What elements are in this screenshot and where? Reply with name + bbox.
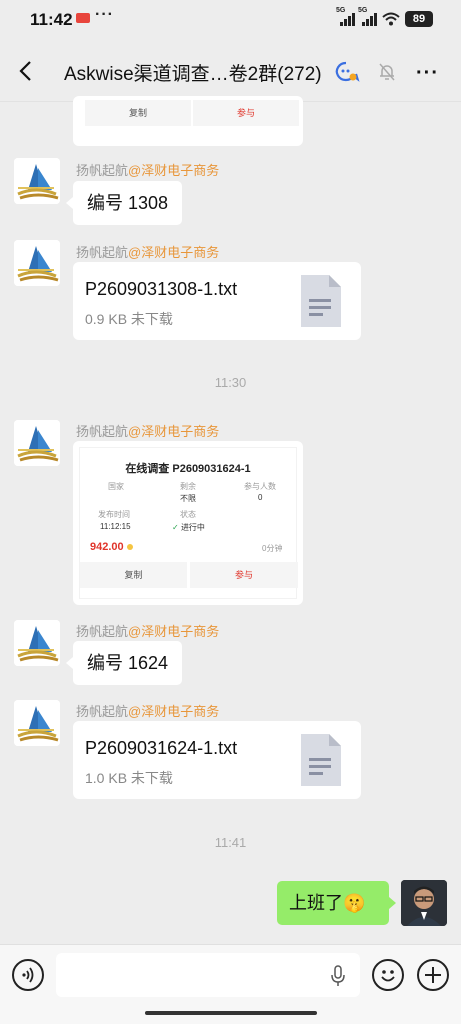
self-message-bubble[interactable]: 上班了🤫 [277, 881, 389, 925]
sender-avatar[interactable] [14, 420, 60, 466]
remaining-label: 剩余 [180, 482, 196, 491]
sender-name: 扬帆起航@泽财电子商务 [76, 424, 220, 439]
survey-card-partial[interactable]: 复制 参与 [73, 96, 303, 146]
mute-bell-icon[interactable] [378, 62, 396, 82]
survey-title: 在线调查 P2609031624-1 [125, 463, 251, 475]
bubble-tail [66, 197, 73, 209]
sender-name: 扬帆起航@泽财电子商务 [76, 163, 220, 178]
file-message[interactable]: P2609031308-1.txt 0.9 KB 未下载 [73, 262, 361, 340]
ai-assistant-icon[interactable] [334, 60, 360, 84]
sender-name: 扬帆起航@泽财电子商务 [76, 245, 220, 260]
coin-icon [126, 544, 133, 551]
check-icon: ✓ [172, 523, 179, 532]
price: 942.00 [90, 541, 133, 553]
battery-icon: 89 [405, 11, 433, 27]
participants-value: 0 [258, 493, 263, 502]
message-input[interactable] [56, 953, 360, 997]
timestamp: 11:41 [214, 835, 247, 850]
txt-file-icon [301, 275, 341, 327]
copy-button[interactable]: 复制 [80, 562, 187, 588]
message-bubble[interactable]: 编号 1624 [73, 641, 183, 685]
more-functions-button[interactable] [417, 959, 449, 991]
microphone-icon[interactable] [330, 965, 346, 987]
state-value: ✓ 进行中 [172, 523, 205, 532]
back-arrow-icon[interactable] [18, 60, 34, 82]
bubble-tail [389, 897, 396, 909]
clock: 11:42 [30, 10, 73, 29]
chat-title[interactable]: Askwise渠道调查…卷2群(272) [64, 59, 322, 86]
join-button[interactable]: 参与 [190, 562, 298, 588]
file-message[interactable]: P2609031624-1.txt 1.0 KB 未下载 [73, 721, 361, 799]
bubble-tail [66, 657, 73, 669]
remaining-value: 不限 [180, 494, 196, 503]
publish-time-value: 11:12:15 [100, 522, 131, 531]
voice-input-button[interactable] [12, 959, 44, 991]
status-indicators: 5G 5G 89 [336, 7, 433, 27]
country-label: 国家 [108, 482, 124, 491]
duration: 0分钟 [262, 544, 283, 553]
home-indicator [145, 1011, 317, 1015]
state-label: 状态 [180, 510, 196, 519]
signal-icon: 5G [336, 7, 355, 26]
wifi-icon [382, 12, 400, 26]
join-button[interactable]: 参与 [193, 100, 299, 126]
self-avatar[interactable] [401, 880, 447, 926]
plus-icon [425, 967, 441, 983]
participants-label: 参与人数 [244, 482, 276, 491]
file-name: P2609031624-1.txt [85, 738, 238, 758]
signal-icon-2: 5G [358, 7, 377, 26]
sender-avatar[interactable] [14, 240, 60, 286]
status-more-icon: ··· [95, 6, 114, 23]
timestamp: 11:30 [214, 375, 247, 390]
emoji-icon [381, 970, 395, 982]
publish-time-label: 发布时间 [98, 510, 130, 519]
sender-avatar[interactable] [14, 700, 60, 746]
emoji-button[interactable] [372, 959, 404, 991]
file-meta: 0.9 KB 未下载 [85, 311, 173, 327]
sender-name: 扬帆起航@泽财电子商务 [76, 704, 220, 719]
txt-file-icon [301, 734, 341, 786]
voice-icon [22, 967, 34, 983]
file-meta: 1.0 KB 未下载 [85, 770, 173, 786]
notification-badge-icon [76, 13, 90, 23]
message-bubble[interactable]: 编号 1308 [73, 181, 183, 225]
more-options-icon[interactable]: ··· [416, 62, 439, 85]
sender-avatar[interactable] [14, 620, 60, 666]
survey-card[interactable]: 在线调查 P2609031624-1 国家 剩余 不限 参与人数 0 发布时间 … [73, 441, 303, 605]
copy-button[interactable]: 复制 [85, 100, 191, 126]
status-bar: 11:42 ··· 5G 5G 89 [0, 0, 461, 40]
sender-avatar[interactable] [14, 158, 60, 204]
chat-header: Askwise渠道调查…卷2群(272) ··· [0, 40, 461, 102]
file-name: P2609031308-1.txt [85, 279, 238, 299]
sender-name: 扬帆起航@泽财电子商务 [76, 624, 220, 639]
